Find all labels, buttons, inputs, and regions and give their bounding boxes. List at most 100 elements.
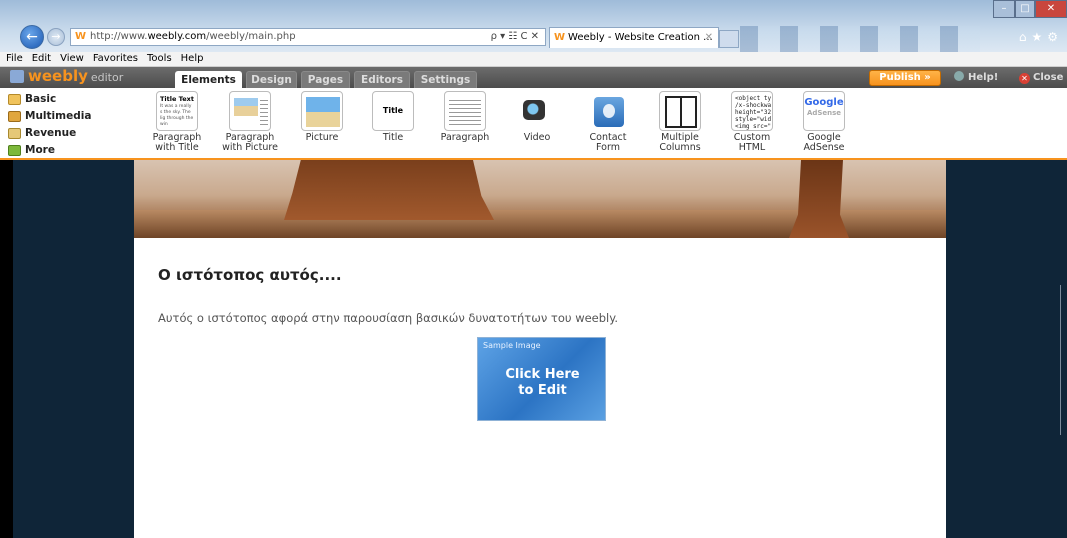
window-controls: – □ ✕ <box>993 0 1067 18</box>
weebly-top-bar: weebly editor Elements Design Pages Edito… <box>0 67 1067 88</box>
menu-item-tools[interactable]: Tools <box>147 53 172 64</box>
arrow-icon <box>8 145 21 156</box>
browser-tab[interactable]: W Weebly - Website Creation ... ✕ <box>549 27 719 48</box>
thumb-title: Title Text <box>160 95 194 103</box>
element-paragraph[interactable]: Paragraph <box>429 91 501 157</box>
tab-editors[interactable]: Editors <box>354 71 410 88</box>
element-label-line2: AdSense <box>803 142 845 153</box>
tab-close-icon[interactable]: ✕ <box>705 28 713 48</box>
sample-cta-line1: Click Here <box>505 367 580 382</box>
address-path: /weebly/main.php <box>206 31 296 42</box>
page-heading[interactable]: Ο ιστότοπος αυτός.... <box>158 266 342 284</box>
element-contact-form[interactable]: Contact Form <box>572 91 644 157</box>
title-thumbnail: Title Text <box>372 91 414 131</box>
page-paragraph[interactable]: Αυτός ο ιστότοπος αφορά στην παρουσίαση … <box>158 311 618 325</box>
thumb-sub: AdSense <box>806 109 842 117</box>
element-label: Paragraph <box>440 132 490 143</box>
picture-icon <box>234 98 258 116</box>
left-edge <box>0 160 13 538</box>
weebly-logo-icon <box>10 70 24 83</box>
element-video[interactable]: Video <box>501 91 573 157</box>
element-label: Google AdSense <box>788 133 860 153</box>
menu-item-edit[interactable]: Edit <box>32 53 51 64</box>
close-label: Close <box>1033 72 1064 83</box>
weebly-favicon-icon: W <box>554 32 566 43</box>
tab-title: Weebly - Website Creation ... <box>568 32 713 43</box>
titlebar-background <box>740 26 980 52</box>
sample-image-label: Sample Image <box>483 341 541 350</box>
menu-item-help[interactable]: Help <box>181 53 204 64</box>
element-title[interactable]: Title Text Title <box>357 91 429 157</box>
element-custom-html[interactable]: <object ty /x-shockwa height="32 style="… <box>716 91 788 157</box>
category-revenue[interactable]: Revenue <box>0 125 120 142</box>
menu-item-favorites[interactable]: Favorites <box>93 53 138 64</box>
help-link[interactable]: Help! <box>954 70 998 86</box>
element-label-line2: with Picture <box>222 142 278 153</box>
paragraph-thumbnail <box>444 91 486 131</box>
element-label: Multiple Columns <box>644 133 716 153</box>
weebly-favicon-icon: W <box>75 31 87 42</box>
film-icon <box>8 111 21 122</box>
element-google-adsense[interactable]: Google AdSense Google AdSense <box>788 91 860 157</box>
tab-design[interactable]: Design <box>246 71 297 88</box>
elements-panel: Basic Multimedia Revenue More Title Text… <box>0 88 1067 160</box>
google-adsense-thumbnail: Google AdSense <box>803 91 845 131</box>
element-multiple-columns[interactable]: Multiple Columns <box>644 91 716 157</box>
contact-card-icon <box>594 97 624 127</box>
multiple-columns-thumbnail <box>659 91 701 131</box>
menu-item-file[interactable]: File <box>6 53 23 64</box>
tab-elements[interactable]: Elements <box>175 71 242 88</box>
video-camera-icon <box>523 100 545 120</box>
category-basic[interactable]: Basic <box>0 91 120 108</box>
page-content: Ο ιστότοπος αυτός.... Αυτός ο ιστότοπος … <box>134 238 946 538</box>
banner-butte <box>789 160 849 238</box>
category-more[interactable]: More <box>0 142 120 159</box>
category-label: Revenue <box>25 127 77 139</box>
element-paragraph-with-title[interactable]: Title Text It was a really s the sky. Th… <box>141 91 213 157</box>
sample-image[interactable]: Sample Image Click Here to Edit <box>477 337 606 421</box>
thumb-title: Title Text <box>382 106 404 115</box>
category-label: Basic <box>25 93 57 105</box>
banner-mesa <box>284 160 494 220</box>
minimize-button[interactable]: – <box>993 0 1015 18</box>
category-label: More <box>25 144 55 156</box>
new-tab-button[interactable] <box>719 30 739 48</box>
columns-icon <box>665 96 697 128</box>
home-favorites-settings-icon[interactable]: ⌂★⚙ <box>1019 30 1063 44</box>
address-bar[interactable]: Whttp://www.weebly.com/weebly/main.php ρ… <box>70 28 546 46</box>
header-banner-image[interactable] <box>134 160 946 238</box>
forward-arrow-icon[interactable]: → <box>47 28 65 46</box>
help-icon <box>954 71 964 81</box>
close-icon: ✕ <box>1019 73 1030 84</box>
window-close-button[interactable]: ✕ <box>1035 0 1067 18</box>
menu-item-view[interactable]: View <box>60 53 84 64</box>
address-tools-icon[interactable]: ρ ▾ ☷ C ✕ <box>491 29 539 45</box>
paragraph-with-picture-thumbnail <box>229 91 271 131</box>
element-label: Video <box>523 132 551 143</box>
maximize-button[interactable]: □ <box>1015 0 1035 18</box>
element-label-line2: HTML <box>738 142 766 153</box>
element-categories: Basic Multimedia Revenue More <box>0 91 120 159</box>
publish-button[interactable]: Publish » <box>869 70 941 86</box>
tab-settings[interactable]: Settings <box>414 71 477 88</box>
paragraph-with-title-thumbnail: Title Text It was a really s the sky. Th… <box>156 91 198 131</box>
element-picture[interactable]: Picture <box>286 91 358 157</box>
weebly-logo[interactable]: weebly editor <box>10 68 123 87</box>
help-label: Help! <box>968 72 999 83</box>
close-editor-link[interactable]: ✕ Close <box>1019 70 1063 86</box>
category-multimedia[interactable]: Multimedia <box>0 108 120 125</box>
browser-titlebar: ← → Whttp://www.weebly.com/weebly/main.p… <box>0 0 1067 52</box>
scrollbar[interactable] <box>1060 285 1067 435</box>
tab-pages[interactable]: Pages <box>301 71 350 88</box>
element-label: Paragraph with Title <box>141 133 213 153</box>
element-label-line2: Columns <box>659 142 701 153</box>
back-arrow-icon[interactable]: ← <box>20 25 44 49</box>
text-lines-icon <box>449 97 481 127</box>
element-paragraph-with-picture[interactable]: Paragraph with Picture <box>214 91 286 157</box>
picture-thumbnail <box>301 91 343 131</box>
sample-cta-line2: to Edit <box>518 383 567 398</box>
custom-html-thumbnail: <object ty /x-shockwa height="32 style="… <box>731 91 773 131</box>
browser-window: ← → Whttp://www.weebly.com/weebly/main.p… <box>0 0 1067 538</box>
money-icon <box>8 128 21 139</box>
thumb-text: It was a really s the sky. The lig throu… <box>160 104 194 127</box>
